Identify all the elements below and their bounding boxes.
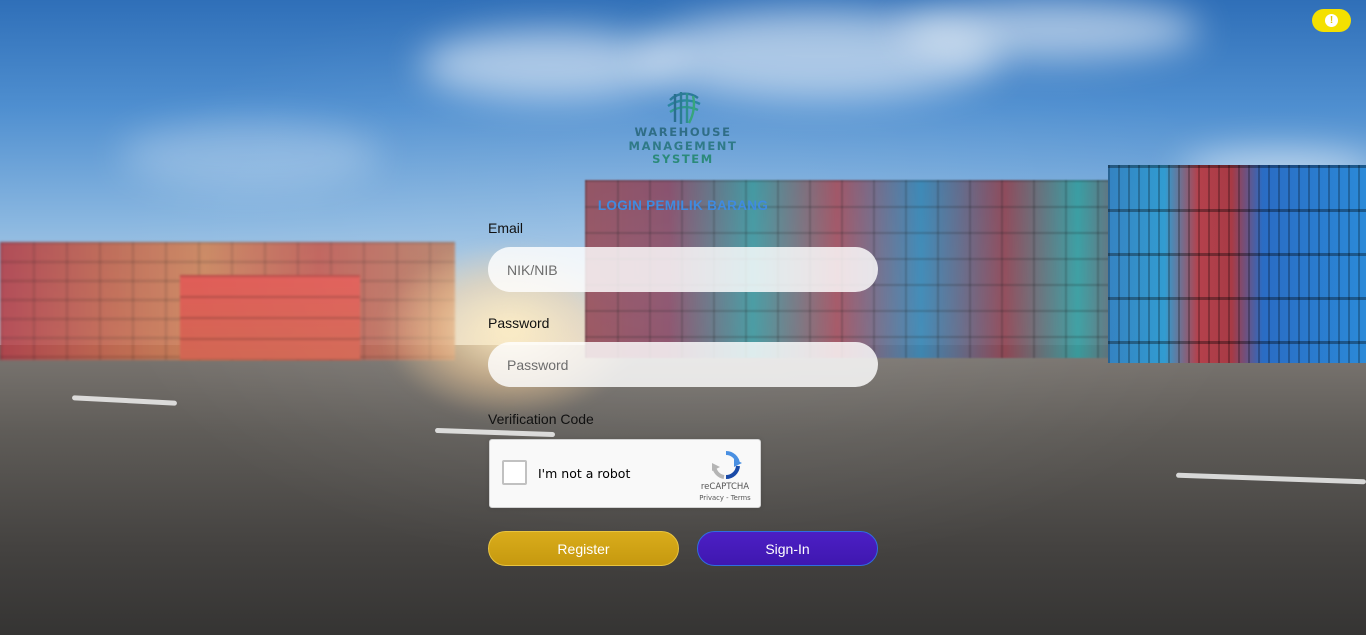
recaptcha-widget: I'm not a robot reCAPTCHA Privacy - Term… <box>489 439 761 508</box>
alert-button[interactable]: ! <box>1312 9 1351 32</box>
logo-text-line1: WAREHOUSE <box>634 125 732 139</box>
logo-text-line2: MANAGEMENT <box>628 138 738 153</box>
warehouse-logo-icon <box>667 92 701 124</box>
recaptcha-link-separator: - <box>723 494 731 502</box>
recaptcha-terms-link[interactable]: Terms <box>731 494 751 502</box>
recaptcha-logo-icon <box>711 450 742 480</box>
email-input[interactable] <box>488 247 878 292</box>
recaptcha-label: I'm not a robot <box>538 466 631 481</box>
logo: WAREHOUSE MANAGEMENT SYSTEM <box>612 90 754 167</box>
recaptcha-links: Privacy - Terms <box>686 494 764 502</box>
recaptcha-privacy-link[interactable]: Privacy <box>699 494 724 502</box>
exclamation-circle-icon: ! <box>1325 14 1338 27</box>
recaptcha-checkbox[interactable] <box>502 460 527 485</box>
verification-code-label: Verification Code <box>488 411 594 427</box>
recaptcha-brand: reCAPTCHA <box>700 482 750 492</box>
form-title: LOGIN PEMILIK BARANG <box>597 198 769 213</box>
logo-text-line3: SYSTEM <box>652 152 714 166</box>
password-label: Password <box>488 315 550 331</box>
email-label: Email <box>488 220 524 236</box>
password-input[interactable] <box>488 342 878 387</box>
register-button[interactable]: Register <box>488 531 679 566</box>
signin-button[interactable]: Sign-In <box>697 531 878 566</box>
